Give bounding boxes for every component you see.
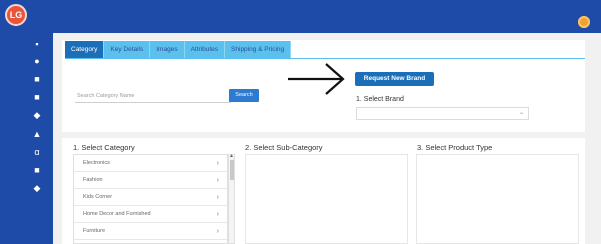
support-icon[interactable]: ◆ [32,183,42,193]
product-type-list [416,154,579,244]
brand-label: 1. Select Brand [356,96,404,103]
chevron-right-icon: › [216,194,219,201]
delivery-icon[interactable]: ■ [32,165,42,175]
list-item[interactable]: Electronics › [74,155,227,172]
category-scrollbar[interactable]: ▲ [228,153,235,244]
category-label: Furniture [83,228,106,234]
basket-icon[interactable]: ● [32,56,42,66]
scroll-up-icon[interactable]: ▲ [229,153,234,159]
tab-images[interactable]: Images [150,41,185,58]
list-item[interactable]: Kids Corner › [74,189,227,206]
list-item[interactable]: Fashion › [74,172,227,189]
chevron-right-icon: › [216,228,219,235]
sub-category-heading: 2. Select Sub-Category [245,143,323,152]
tab-attributes[interactable]: Attributes [184,41,226,58]
category-heading: 1. Select Category [73,143,135,152]
copy-icon[interactable]: ■ [32,74,42,84]
list-item[interactable]: Home Decor and Furnished › [74,206,227,223]
category-list: Electronics › Fashion › Kids Corner › Ho… [73,154,228,244]
chevron-right-icon: › [216,160,219,167]
scroll-thumb[interactable] [230,160,234,180]
top-bar: LG [0,0,601,33]
category-label: Fashion [83,177,103,183]
chevron-right-icon: › [216,211,219,218]
chart-icon[interactable]: ▲ [32,129,42,139]
search-input[interactable] [75,90,231,103]
search-button[interactable]: Search [229,89,259,102]
logo[interactable]: LG [5,4,27,26]
chevron-right-icon: › [216,177,219,184]
tab-shipping-pricing[interactable]: Shipping & Pricing [225,41,292,58]
category-label: Home Decor and Furnished [83,211,151,217]
arrow-right-icon [288,63,345,95]
list-item[interactable]: Furniture › [74,223,227,240]
rupee-icon[interactable]: α [32,147,42,157]
dashboard-icon[interactable]: ▪ [32,39,42,49]
truck-icon[interactable]: ■ [32,92,42,102]
tab-category[interactable]: Category [65,41,105,58]
product-type-heading: 3. Select Product Type [417,143,493,152]
request-new-brand-button[interactable]: Request New Brand [355,72,434,86]
user-menu-icon[interactable] [578,16,590,28]
tab-divider [65,58,585,59]
category-label: Electronics [83,160,110,166]
sidebar: ▪ ● ■ ■ ◆ ▲ α ■ ◆ [0,33,53,244]
tab-key-details[interactable]: Key Details [104,41,151,58]
category-label: Kids Corner [83,194,113,200]
chevron-down-icon: ⌄ [518,110,524,116]
brand-select[interactable]: ⌄ [356,107,529,120]
shield-icon[interactable]: ◆ [32,110,42,120]
sub-category-list [245,154,408,244]
tab-bar: Category Key Details Images Attributes S… [65,41,292,58]
